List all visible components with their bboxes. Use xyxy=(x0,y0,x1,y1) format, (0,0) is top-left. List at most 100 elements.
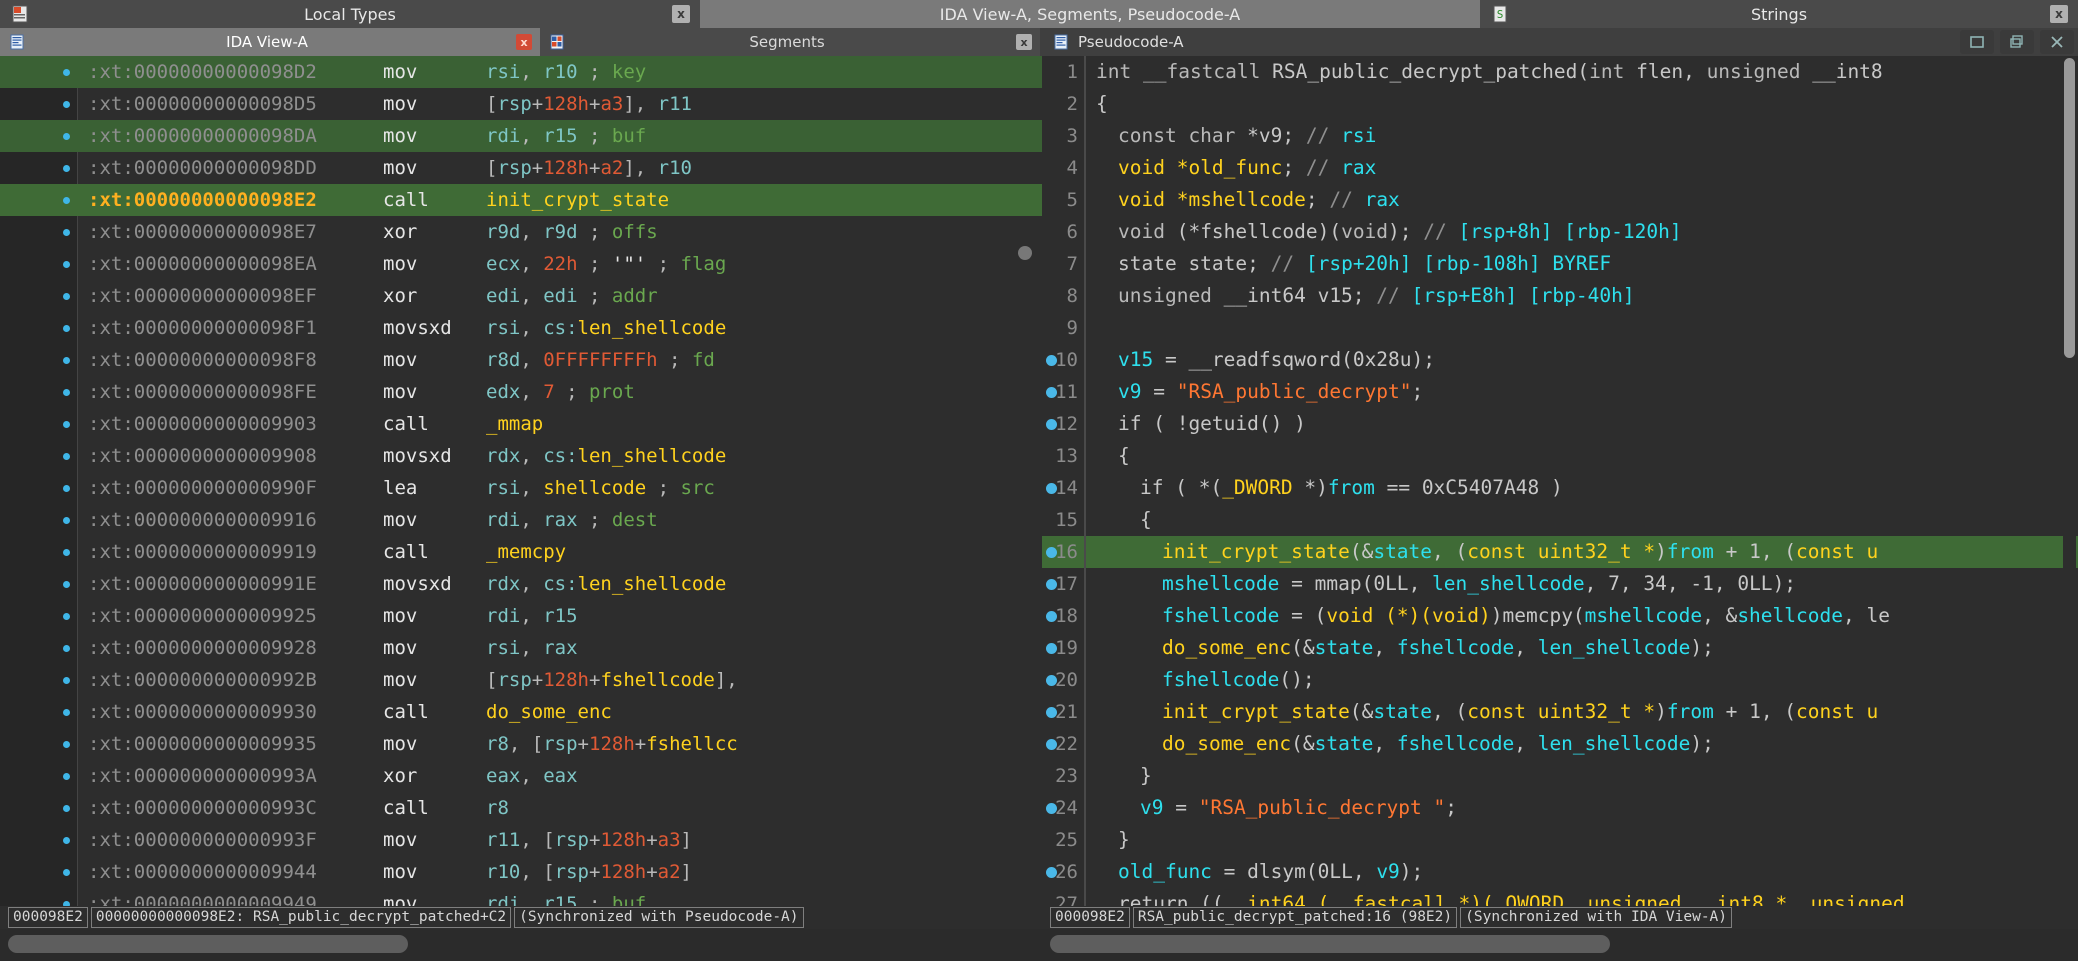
pseudocode-line[interactable]: 6void (*fshellcode)(void); // [rsp+8h] [… xyxy=(1042,216,2078,248)
breakpoint-dot-icon[interactable] xyxy=(63,741,70,748)
pseudocode-line[interactable]: 16init_crypt_state(&state, (const uint32… xyxy=(1042,536,2078,568)
pseudocode-line[interactable]: 19do_some_enc(&state, fshellcode, len_sh… xyxy=(1042,632,2078,664)
ida-view-hscroll-thumb[interactable] xyxy=(8,935,408,953)
pseudocode-hscroll-track[interactable] xyxy=(1050,935,2070,953)
tab-pseudocode-a[interactable]: Pseudocode-A xyxy=(1040,28,2078,56)
pseudocode-line[interactable]: 4void *old_func; // rax xyxy=(1042,152,2078,184)
disassembly-row[interactable]: :xt:000000000000993Axoreax, eax xyxy=(0,760,1042,792)
pseudocode-line[interactable]: 10v15 = __readfsqword(0x28u); xyxy=(1042,344,2078,376)
pseudocode-hscroll-thumb[interactable] xyxy=(1050,935,1610,953)
pseudocode-line[interactable]: 5void *mshellcode; // rax xyxy=(1042,184,2078,216)
breakpoint-dot-icon[interactable] xyxy=(63,133,70,140)
disassembly-row[interactable]: :xt:00000000000098F1movsxdrsi, cs:len_sh… xyxy=(0,312,1042,344)
outer-tab-local-types-close-icon[interactable]: x xyxy=(672,5,690,23)
disassembly-row[interactable]: :xt:0000000000009908movsxdrdx, cs:len_sh… xyxy=(0,440,1042,472)
breakpoint-marker-icon[interactable] xyxy=(1046,643,1057,654)
pseudocode-line[interactable]: 1int __fastcall RSA_public_decrypt_patch… xyxy=(1042,56,2078,88)
breakpoint-marker-icon[interactable] xyxy=(1046,419,1057,430)
breakpoint-dot-icon[interactable] xyxy=(63,837,70,844)
ida-view-hscroll[interactable] xyxy=(0,929,1042,961)
breakpoint-dot-icon[interactable] xyxy=(63,389,70,396)
pseudocode-line[interactable]: 14if ( *(_DWORD *)from == 0xC5407A48 ) xyxy=(1042,472,2078,504)
tab-ida-view-a[interactable]: IDA View-A x xyxy=(0,28,540,56)
disassembly-row[interactable]: :xt:0000000000009928movrsi, rax xyxy=(0,632,1042,664)
pseudocode-line[interactable]: 23} xyxy=(1042,760,2078,792)
pseudocode-line[interactable]: 12if ( !getuid() ) xyxy=(1042,408,2078,440)
breakpoint-dot-icon[interactable] xyxy=(63,773,70,780)
outer-tab-ida-view-segments-pseudocode[interactable]: IDA View-A, Segments, Pseudocode-A xyxy=(700,0,1480,28)
pseudocode-line[interactable]: 2{ xyxy=(1042,88,2078,120)
pseudocode-hscroll[interactable] xyxy=(1042,929,2078,961)
breakpoint-dot-icon[interactable] xyxy=(63,453,70,460)
outer-tab-local-types[interactable]: Local Types x xyxy=(0,0,700,28)
disassembly-row[interactable]: :xt:00000000000098EFxoredi, edi ; addr xyxy=(0,280,1042,312)
disassembly-row[interactable]: :xt:000000000000991Emovsxdrdx, cs:len_sh… xyxy=(0,568,1042,600)
breakpoint-marker-icon[interactable] xyxy=(1046,547,1057,558)
pseudocode-line[interactable]: 17mshellcode = mmap(0LL, len_shellcode, … xyxy=(1042,568,2078,600)
disassembly-row[interactable]: :xt:0000000000009903call_mmap xyxy=(0,408,1042,440)
pseudocode-vscroll-thumb[interactable] xyxy=(2064,58,2075,358)
pseudocode-line[interactable]: 11v9 = "RSA_public_decrypt"; xyxy=(1042,376,2078,408)
breakpoint-marker-icon[interactable] xyxy=(1046,739,1057,750)
pseudocode-line[interactable]: 21init_crypt_state(&state, (const uint32… xyxy=(1042,696,2078,728)
pseudocode-area[interactable]: 1int __fastcall RSA_public_decrypt_patch… xyxy=(1042,56,2078,906)
breakpoint-marker-icon[interactable] xyxy=(1046,579,1057,590)
disassembly-row[interactable]: :xt:00000000000098DDmov[rsp+128h+a2], r1… xyxy=(0,152,1042,184)
restore-icon[interactable] xyxy=(1960,30,1994,54)
disassembly-row[interactable]: :xt:00000000000098D5mov[rsp+128h+a3], r1… xyxy=(0,88,1042,120)
pseudocode-line[interactable]: 27return ((__int64 (__fastcall *)(_QWORD… xyxy=(1042,888,2078,906)
disassembly-row[interactable]: :xt:0000000000009930calldo_some_enc xyxy=(0,696,1042,728)
breakpoint-marker-icon[interactable] xyxy=(1046,355,1057,366)
disassembly-row[interactable]: :xt:0000000000009949movrdi, r15 ; buf xyxy=(0,888,1042,906)
disassembly-row[interactable]: :xt:0000000000009916movrdi, rax ; dest xyxy=(0,504,1042,536)
breakpoint-dot-icon[interactable] xyxy=(63,293,70,300)
tab-segments-close-icon[interactable]: x xyxy=(1016,34,1032,50)
breakpoint-dot-icon[interactable] xyxy=(63,709,70,716)
breakpoint-dot-icon[interactable] xyxy=(63,517,70,524)
breakpoint-dot-icon[interactable] xyxy=(63,165,70,172)
disassembly-row[interactable]: :xt:0000000000009944movr10, [rsp+128h+a2… xyxy=(0,856,1042,888)
disassembly-row[interactable]: :xt:000000000000990Flearsi, shellcode ; … xyxy=(0,472,1042,504)
breakpoint-marker-icon[interactable] xyxy=(1046,611,1057,622)
tab-ida-view-a-close-icon[interactable]: x xyxy=(516,34,532,50)
breakpoint-dot-icon[interactable] xyxy=(63,229,70,236)
disassembly-row[interactable]: :xt:0000000000009935movr8, [rsp+128h+fsh… xyxy=(0,728,1042,760)
pseudocode-line[interactable]: 7state state; // [rsp+20h] [rbp-108h] BY… xyxy=(1042,248,2078,280)
disassembly-row[interactable]: :xt:00000000000098EAmovecx, 22h ; '"' ; … xyxy=(0,248,1042,280)
breakpoint-dot-icon[interactable] xyxy=(63,261,70,268)
pseudocode-line[interactable]: 20fshellcode(); xyxy=(1042,664,2078,696)
tab-segments[interactable]: Segments x xyxy=(540,28,1040,56)
breakpoint-marker-icon[interactable] xyxy=(1046,483,1057,494)
disassembly-row[interactable]: :xt:00000000000098F8movr8d, 0FFFFFFFFh ;… xyxy=(0,344,1042,376)
breakpoint-dot-icon[interactable] xyxy=(63,869,70,876)
ida-view-hscroll-track[interactable] xyxy=(8,935,1034,953)
outer-tab-strings[interactable]: S Strings x xyxy=(1480,0,2078,28)
breakpoint-dot-icon[interactable] xyxy=(63,549,70,556)
disassembly-row[interactable]: :xt:00000000000098FEmovedx, 7 ; prot xyxy=(0,376,1042,408)
breakpoint-dot-icon[interactable] xyxy=(63,805,70,812)
disassembly-row[interactable]: :xt:0000000000009919call_memcpy xyxy=(0,536,1042,568)
ida-view-scroll-indicator[interactable] xyxy=(1018,246,1032,260)
disassembly-row[interactable]: :xt:00000000000098E2callinit_crypt_state xyxy=(0,184,1042,216)
breakpoint-dot-icon[interactable] xyxy=(63,677,70,684)
pseudocode-line[interactable]: 3const char *v9; // rsi xyxy=(1042,120,2078,152)
breakpoint-dot-icon[interactable] xyxy=(63,645,70,652)
disassembly-row[interactable]: :xt:00000000000098E7xorr9d, r9d ; offs xyxy=(0,216,1042,248)
breakpoint-dot-icon[interactable] xyxy=(63,357,70,364)
pseudocode-line[interactable]: 18fshellcode = (void (*)(void))memcpy(ms… xyxy=(1042,600,2078,632)
close-icon[interactable] xyxy=(2040,30,2074,54)
breakpoint-marker-icon[interactable] xyxy=(1046,803,1057,814)
pseudocode-line[interactable]: 15{ xyxy=(1042,504,2078,536)
breakpoint-dot-icon[interactable] xyxy=(63,421,70,428)
disassembly-area[interactable]: :xt:00000000000098D2movrsi, r10 ; key:xt… xyxy=(0,56,1042,906)
disassembly-row[interactable]: :xt:0000000000009925movrdi, r15 xyxy=(0,600,1042,632)
pseudocode-vscrollbar[interactable] xyxy=(2063,56,2076,906)
pseudocode-line[interactable]: 25} xyxy=(1042,824,2078,856)
disassembly-row[interactable]: :xt:00000000000098D2movrsi, r10 ; key xyxy=(0,56,1042,88)
pseudocode-line[interactable]: 24v9 = "RSA_public_decrypt "; xyxy=(1042,792,2078,824)
disassembly-row[interactable]: :xt:000000000000993Fmovr11, [rsp+128h+a3… xyxy=(0,824,1042,856)
disassembly-row[interactable]: :xt:000000000000993Ccallr8 xyxy=(0,792,1042,824)
breakpoint-dot-icon[interactable] xyxy=(63,69,70,76)
breakpoint-marker-icon[interactable] xyxy=(1046,675,1057,686)
breakpoint-dot-icon[interactable] xyxy=(63,485,70,492)
